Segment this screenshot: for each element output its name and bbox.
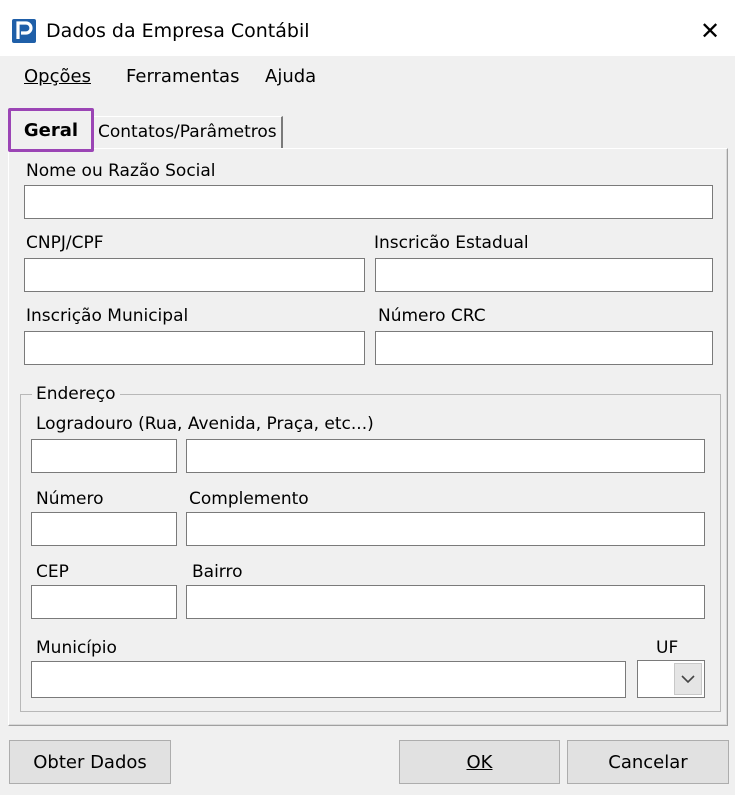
inscricao-municipal-label: Inscrição Municipal (26, 306, 189, 326)
cep-label: CEP (36, 562, 69, 582)
numero-label: Número (36, 489, 104, 509)
tab-contatos-label: Contatos/Parâmetros (98, 122, 277, 142)
ok-label: OK (466, 751, 493, 773)
uf-label: UF (656, 638, 679, 658)
cep-field[interactable] (31, 585, 177, 619)
municipio-field[interactable] (31, 661, 626, 698)
complemento-field[interactable] (186, 512, 705, 546)
inscricao-estadual-label: Inscricão Estadual (374, 233, 529, 253)
menu-ajuda-label: Ajuda (265, 66, 317, 87)
cnpj-field[interactable] (24, 258, 365, 292)
cnpj-label: CNPJ/CPF (26, 233, 104, 253)
municipio-label: Município (36, 638, 117, 658)
logradouro-label: Logradouro (Rua, Avenida, Praça, etc...) (36, 414, 374, 434)
title-bar: Dados da Empresa Contábil ✕ (0, 0, 735, 56)
inscricao-estadual-field[interactable] (375, 258, 713, 292)
obter-dados-label: Obter Dados (33, 751, 147, 773)
complemento-label: Complemento (189, 489, 309, 509)
ok-button[interactable]: OK (399, 740, 560, 784)
nome-label: Nome ou Razão Social (26, 161, 216, 181)
obter-dados-button[interactable]: Obter Dados (9, 740, 171, 784)
menu-ferramentas[interactable]: Ferramentas (126, 66, 239, 88)
numero-crc-label: Número CRC (378, 306, 486, 326)
menu-ajuda[interactable]: Ajuda (265, 66, 316, 88)
app-logo-p-icon (12, 19, 36, 43)
logradouro-field[interactable] (186, 439, 705, 473)
close-button[interactable]: ✕ (690, 14, 730, 48)
menu-bar: Opções Ferramentas Ajuda (0, 56, 735, 98)
close-icon: ✕ (699, 17, 721, 45)
cancelar-label: Cancelar (608, 751, 688, 773)
tab-contatos-parametros[interactable]: Contatos/Parâmetros (94, 116, 283, 148)
tab-geral[interactable]: Geral (8, 108, 94, 152)
uf-select[interactable] (637, 660, 705, 698)
menu-ferramentas-label: Ferramentas (126, 66, 240, 87)
uf-dropdown-button[interactable] (674, 663, 702, 695)
nome-field[interactable] (24, 185, 713, 219)
menu-opcoes[interactable]: Opções (24, 66, 91, 88)
numero-field[interactable] (31, 512, 177, 546)
endereco-legend: Endereço (32, 384, 120, 404)
logradouro-tipo-field[interactable] (31, 439, 177, 473)
window-title: Dados da Empresa Contábil (46, 20, 310, 42)
bairro-field[interactable] (186, 585, 705, 619)
chevron-down-icon (681, 675, 695, 684)
bairro-label: Bairro (192, 562, 243, 582)
numero-crc-field[interactable] (375, 331, 713, 365)
cancelar-button[interactable]: Cancelar (567, 740, 729, 784)
inscricao-municipal-field[interactable] (24, 331, 365, 365)
menu-opcoes-label: Opções (24, 66, 91, 87)
tab-geral-label: Geral (23, 119, 79, 141)
